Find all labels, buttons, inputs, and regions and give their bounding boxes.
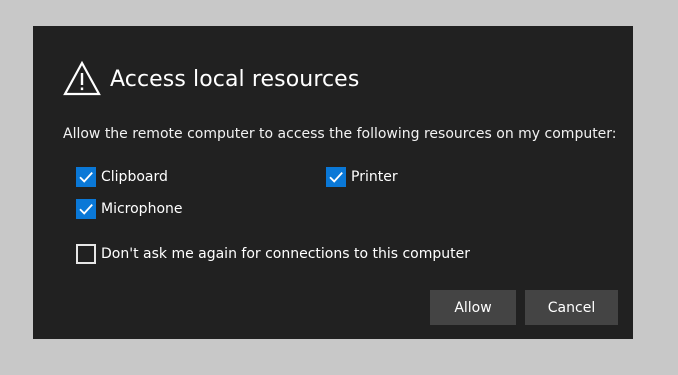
clipboard-label: Clipboard <box>101 169 168 185</box>
checkmark-icon[interactable] <box>76 167 96 187</box>
warning-triangle-icon <box>63 60 101 98</box>
dialog-description: Allow the remote computer to access the … <box>63 126 617 142</box>
printer-checkbox[interactable]: Printer <box>326 167 398 187</box>
checkmark-icon[interactable] <box>76 199 96 219</box>
cancel-button[interactable]: Cancel <box>525 290 618 325</box>
dialog-title: Access local resources <box>110 66 360 92</box>
checkmark-icon[interactable] <box>326 167 346 187</box>
allow-button[interactable]: Allow <box>430 290 516 325</box>
dont-ask-again-checkbox[interactable]: Don't ask me again for connections to th… <box>76 244 470 264</box>
printer-label: Printer <box>351 169 398 185</box>
access-local-resources-dialog: Access local resources Allow the remote … <box>33 26 633 339</box>
microphone-checkbox[interactable]: Microphone <box>76 199 183 219</box>
unchecked-box[interactable] <box>76 244 96 264</box>
clipboard-checkbox[interactable]: Clipboard <box>76 167 168 187</box>
dont-ask-again-label: Don't ask me again for connections to th… <box>101 246 470 262</box>
microphone-label: Microphone <box>101 201 183 217</box>
dialog-header: Access local resources <box>63 59 359 99</box>
